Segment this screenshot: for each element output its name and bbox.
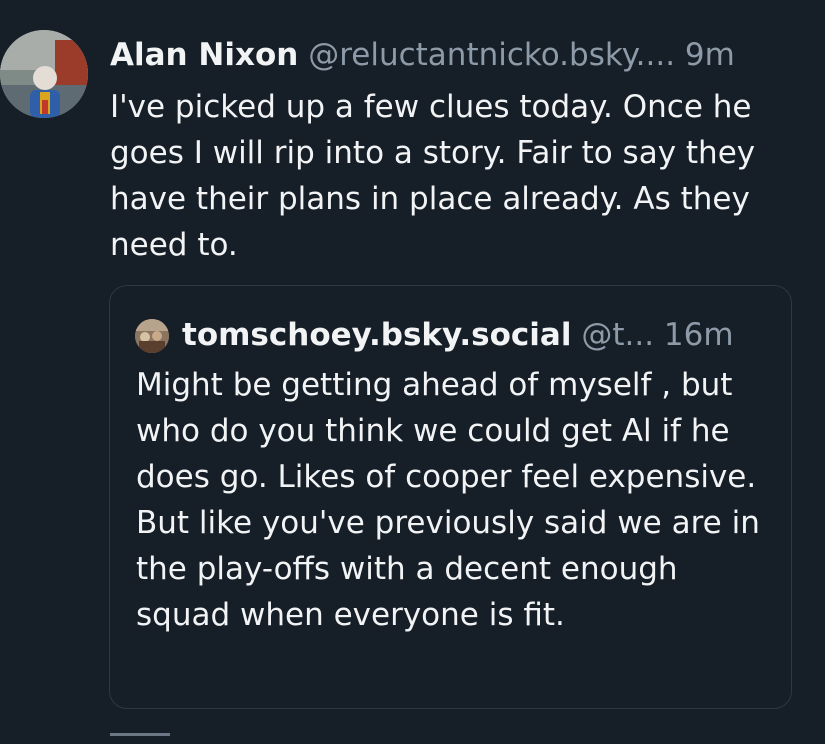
quoted-author-avatar[interactable] bbox=[135, 319, 169, 353]
author-avatar[interactable] bbox=[0, 30, 88, 118]
quoted-post[interactable]: tomschoey.bsky.social @t... 16m Might be… bbox=[109, 285, 792, 709]
quoted-author-avatar-image bbox=[135, 319, 169, 353]
post[interactable]: Alan Nixon @reluctantnicko.bsky.... 9m I… bbox=[0, 0, 825, 741]
quoted-author-name[interactable]: tomschoey.bsky.social bbox=[182, 317, 571, 353]
author-name[interactable]: Alan Nixon bbox=[110, 37, 298, 73]
post-time[interactable]: 9m bbox=[685, 37, 735, 73]
post-header: Alan Nixon @reluctantnicko.bsky.... 9m bbox=[110, 32, 810, 78]
reply-action-hint bbox=[110, 733, 170, 744]
quoted-author-handle[interactable]: @t... bbox=[581, 317, 654, 353]
author-handle[interactable]: @reluctantnicko.bsky.... bbox=[308, 37, 675, 73]
quoted-post-time[interactable]: 16m bbox=[664, 317, 734, 353]
post-text: I've picked up a few clues today. Once h… bbox=[110, 89, 756, 263]
author-avatar-image bbox=[0, 30, 88, 118]
quoted-post-header: tomschoey.bsky.social @t... 16m bbox=[182, 312, 772, 358]
quoted-post-text: Might be getting ahead of myself , but w… bbox=[136, 367, 760, 633]
